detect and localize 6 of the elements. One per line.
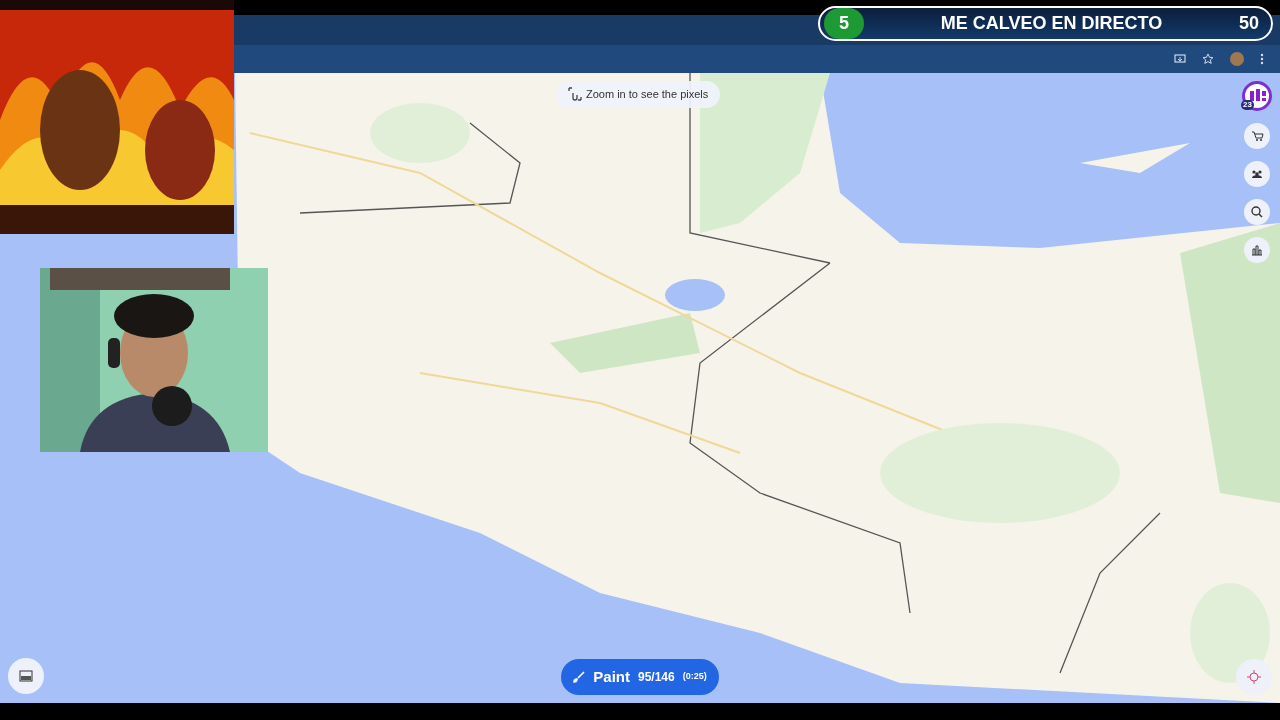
menu-icon[interactable] bbox=[1260, 53, 1264, 65]
star-icon[interactable] bbox=[1202, 53, 1214, 65]
install-icon[interactable] bbox=[1174, 53, 1186, 65]
counter-badge: 5 bbox=[824, 8, 864, 39]
stream-title: ME CALVEO EN DIRECTO bbox=[939, 12, 1164, 35]
score-text: 50 bbox=[1238, 12, 1260, 35]
